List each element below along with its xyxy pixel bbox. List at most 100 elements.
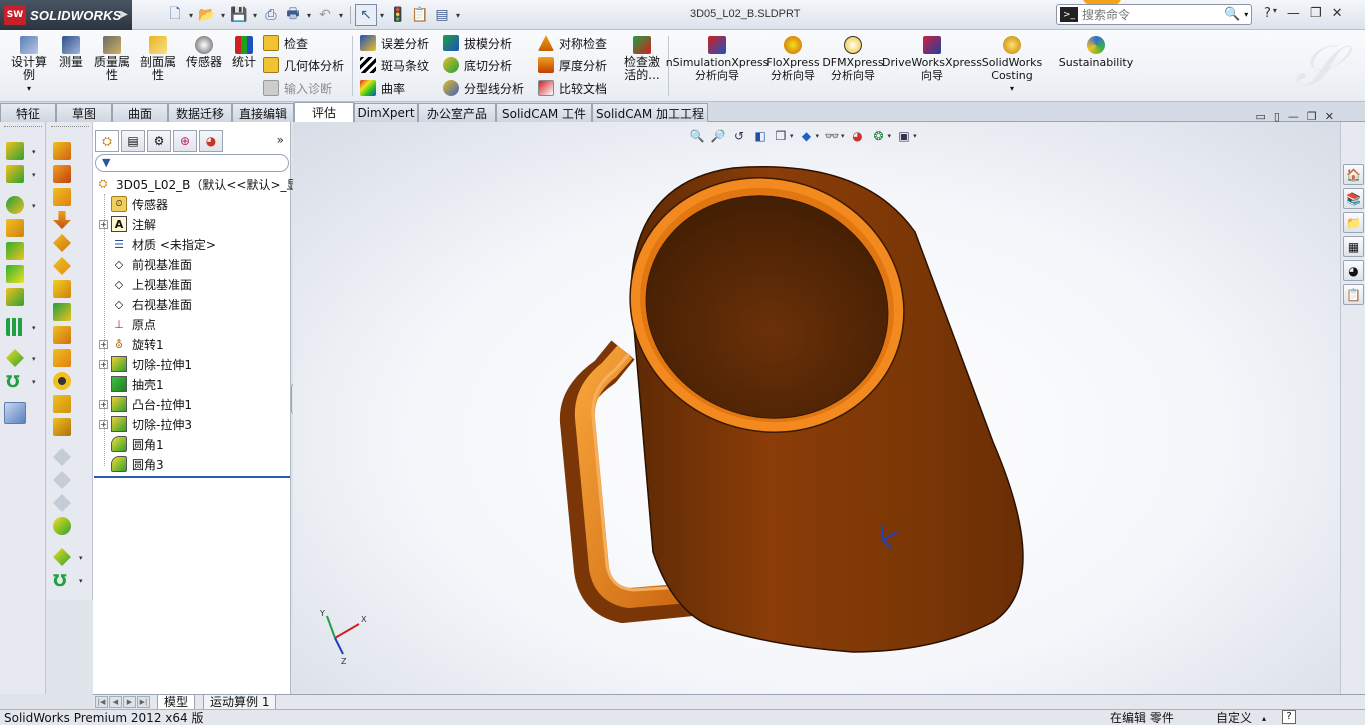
dome-icon[interactable] — [53, 372, 71, 390]
tree-item-fillet1[interactable]: 圆角1 — [99, 434, 164, 454]
design-study-dropdown-icon[interactable]: ▾ — [27, 82, 31, 95]
deviation-analysis-button[interactable]: 误差分析 — [360, 33, 429, 53]
tree-item-top-plane[interactable]: ◇ 上视基准面 — [99, 274, 192, 294]
print-icon[interactable]: ⎙ — [260, 4, 282, 26]
first-tab-icon[interactable]: |◀ — [95, 696, 108, 708]
mold-tool-icon[interactable] — [53, 418, 71, 436]
new-dropdown-icon[interactable]: ▾ — [186, 11, 196, 20]
tab-sketch[interactable]: 草图 — [56, 103, 112, 122]
tree-item-revolve1[interactable]: + ⛢ 旋转1 — [99, 334, 164, 354]
symmetry-check-button[interactable]: 对称检查 — [538, 33, 607, 53]
fillet-surface-icon[interactable] — [53, 517, 71, 535]
custom-properties-icon[interactable]: 📋 — [1343, 284, 1364, 305]
design-library-icon[interactable]: 📚 — [1343, 188, 1364, 209]
wrap-tool-icon[interactable] — [6, 288, 24, 306]
shell-tool-icon[interactable] — [6, 242, 24, 260]
parting-line-analysis-button[interactable]: 分型线分析 — [443, 78, 524, 98]
rib-tool-icon[interactable] — [6, 265, 24, 283]
open-folder-icon[interactable]: 📂 — [196, 4, 218, 26]
view-palette-icon[interactable]: ▦ — [1343, 236, 1364, 257]
undo-icon[interactable]: ↶ — [314, 4, 336, 26]
lofted-cut-icon[interactable] — [53, 280, 71, 298]
fillet-tool-icon[interactable] — [6, 196, 24, 214]
search-command-box[interactable]: >_ 🔍 ▾ — [1056, 4, 1252, 25]
units-dropdown-icon[interactable]: ▴ — [1262, 711, 1266, 725]
prev-tab-icon[interactable]: ◀ — [109, 696, 122, 708]
compare-documents-button[interactable]: 比较文档 — [538, 78, 607, 98]
print-dropdown-icon[interactable]: ▾ — [304, 11, 314, 20]
tree-root-part[interactable]: ⛭ 3D05_L02_B（默认<<默认>_显 — [95, 174, 299, 194]
curves-icon[interactable]: ℧ — [6, 372, 24, 391]
measure-button[interactable]: 测量 — [58, 36, 84, 69]
geometry-analysis-button[interactable]: 几何体分析 — [263, 55, 344, 75]
displaymanager-tab-icon[interactable]: ◕ — [199, 130, 223, 152]
help-icon[interactable]: ? — [1264, 6, 1271, 21]
help-status-icon[interactable]: ? — [1282, 710, 1296, 724]
revolved-cut-icon[interactable] — [53, 234, 71, 252]
tool-dropdown-icon[interactable]: ▾ — [32, 324, 36, 332]
simulationxpress-button[interactable]: nSimulationXpress 分析向导 — [666, 36, 768, 82]
reference-plane-icon[interactable] — [53, 548, 71, 566]
tool-dropdown-icon[interactable]: ▾ — [32, 355, 36, 363]
tab-solidcam-machining[interactable]: SolidCAM 加工工程 — [592, 103, 708, 122]
restore-icon[interactable]: ❐ — [1310, 6, 1322, 21]
instant3d-icon[interactable] — [4, 402, 26, 424]
tree-item-shell1[interactable]: 抽壳1 — [99, 374, 164, 394]
tree-item-boss-extrude1[interactable]: + 凸台-拉伸1 — [99, 394, 192, 414]
tree-item-origin[interactable]: ⊥ 原点 — [99, 314, 156, 334]
propertymanager-tab-icon[interactable]: ▤ — [121, 130, 145, 152]
design-study-button[interactable]: 设计算例 ▾ — [8, 36, 50, 95]
zebra-stripes-button[interactable]: 斑马条纹 — [360, 55, 429, 75]
dimxpertmanager-tab-icon[interactable]: ⊕ — [173, 130, 197, 152]
draft-tool-icon[interactable] — [6, 219, 24, 237]
reference-geometry-icon[interactable] — [6, 349, 24, 367]
tool-dropdown-icon[interactable]: ▾ — [79, 577, 83, 585]
search-icon[interactable]: 🔍 — [1224, 7, 1240, 22]
undo-dropdown-icon[interactable]: ▾ — [336, 11, 346, 20]
tool-dropdown-icon[interactable]: ▾ — [32, 202, 36, 210]
tool-dropdown-icon[interactable]: ▾ — [32, 171, 36, 179]
dfmxpress-button[interactable]: DFMXpress 分析向导 — [822, 36, 884, 82]
expand-tabs-icon[interactable]: » — [277, 133, 284, 147]
options-dropdown-icon[interactable]: ▾ — [453, 11, 463, 20]
next-tab-icon[interactable]: ▶ — [123, 696, 136, 708]
tool-dropdown-icon[interactable]: ▾ — [79, 554, 83, 562]
lofted-boss-icon[interactable] — [53, 165, 71, 183]
box-tool-icon[interactable] — [53, 395, 71, 413]
tree-item-fillet3[interactable]: 圆角3 — [99, 454, 164, 474]
sensor-button[interactable]: 传感器 — [184, 36, 224, 69]
configurationmanager-tab-icon[interactable]: ⚙ — [147, 130, 171, 152]
save-dropdown-icon[interactable]: ▾ — [250, 11, 260, 20]
tree-item-right-plane[interactable]: ◇ 右视基准面 — [99, 294, 192, 314]
tool-dropdown-icon[interactable]: ▾ — [32, 148, 36, 156]
tree-item-sensors[interactable]: ⏲ 传感器 — [99, 194, 168, 214]
new-document-icon[interactable]: 🗋 — [164, 4, 186, 26]
save-icon[interactable]: 💾 — [228, 4, 250, 26]
graphics-viewport[interactable]: ▭ ▯ — ❐ ✕ 🔍 🔎 ↺ ◧ ❒▾ ◆▾ 👓▾ ◕ ❂▾ ▣▾ — [293, 110, 1340, 694]
tab-direct-editing[interactable]: 直接编辑 — [232, 103, 294, 122]
check-active-doc-button[interactable]: 检查激活的... — [620, 36, 664, 82]
mass-properties-button[interactable]: 质量属性 — [92, 36, 132, 82]
tree-item-cut-extrude3[interactable]: + 切除-拉伸3 — [99, 414, 192, 434]
import-diagnostics-button[interactable]: 输入诊断 — [263, 78, 332, 98]
minimize-icon[interactable]: — — [1287, 6, 1300, 21]
sustainability-button[interactable]: Sustainability — [1059, 36, 1133, 69]
rebuild-traffic-light-icon[interactable]: 🚦 — [387, 4, 409, 26]
options-icon[interactable]: ▤ — [431, 4, 453, 26]
mug-model[interactable]: X Y Z — [293, 122, 1340, 694]
printer-icon[interactable]: 🖶 — [282, 4, 304, 26]
search-dropdown-icon[interactable]: ▾ — [1244, 10, 1248, 19]
swept-boss-icon[interactable] — [53, 142, 71, 160]
file-explorer-icon[interactable]: 📁 — [1343, 212, 1364, 233]
last-tab-icon[interactable]: ▶| — [137, 696, 150, 708]
open-dropdown-icon[interactable]: ▾ — [218, 11, 228, 20]
revolved-boss-icon[interactable] — [6, 165, 24, 183]
boundary-cut-icon[interactable] — [53, 303, 71, 321]
floxpress-button[interactable]: FloXpress 分析向导 — [766, 36, 820, 82]
search-input[interactable] — [1082, 7, 1222, 22]
statistics-button[interactable]: 统计 — [230, 36, 258, 69]
section-properties-button[interactable]: 剖面属性 — [138, 36, 178, 82]
tree-item-material[interactable]: ☰ 材质 <未指定> — [99, 234, 216, 254]
swept-cut-icon[interactable] — [53, 257, 71, 275]
units-selector[interactable]: 自定义 — [1216, 711, 1252, 725]
